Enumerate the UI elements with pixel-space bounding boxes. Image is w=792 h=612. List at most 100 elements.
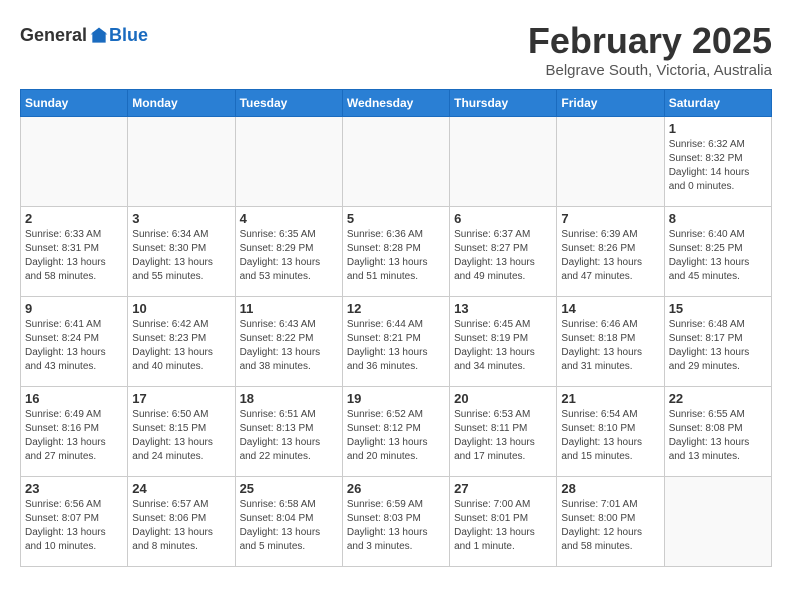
calendar-cell: 18 Sunrise: 6:51 AMSunset: 8:13 PMDayligh…	[235, 387, 342, 477]
day-number: 24	[132, 481, 230, 496]
calendar-cell: 21 Sunrise: 6:54 AMSunset: 8:10 PMDayligh…	[557, 387, 664, 477]
calendar-table: SundayMondayTuesdayWednesdayThursdayFrid…	[20, 89, 772, 567]
day-number: 4	[240, 211, 338, 226]
calendar-cell: 13Sunrise: 6:45 AMSunset: 8:19 PMDayligh…	[450, 297, 557, 387]
day-number: 11	[240, 301, 338, 316]
day-info: Sunrise: 6:41 AMSunset: 8:24 PMDaylight:…	[25, 318, 123, 374]
day-number: 21	[561, 391, 659, 406]
day-info: Sunrise: 6:59 AMSunset: 8:03 PMDaylight:…	[347, 498, 445, 554]
calendar-cell: 12 Sunrise: 6:44 AMSunset: 8:21 PMDayligh…	[342, 297, 449, 387]
day-number: 16	[25, 391, 123, 406]
day-info: Sunrise: 6:32 AMSunset: 8:32 PMDaylight:…	[669, 138, 767, 194]
day-number: 14	[561, 301, 659, 316]
header-day-wednesday: Wednesday	[342, 90, 449, 117]
day-info: Sunrise: 7:00 AMSunset: 8:01 PMDaylight:…	[454, 498, 552, 554]
calendar-cell	[450, 117, 557, 207]
calendar-cell: 24 Sunrise: 6:57 AMSunset: 8:06 PMDayligh…	[128, 477, 235, 567]
calendar-cell	[342, 117, 449, 207]
calendar-cell: 17 Sunrise: 6:50 AMSunset: 8:15 PMDayligh…	[128, 387, 235, 477]
calendar-cell: 14 Sunrise: 6:46 AMSunset: 8:18 PMDayligh…	[557, 297, 664, 387]
header-row: SundayMondayTuesdayWednesdayThursdayFrid…	[21, 90, 772, 117]
page-header: General Blue February 2025 Belgrave Sout…	[20, 20, 772, 79]
header-day-thursday: Thursday	[450, 90, 557, 117]
header-day-tuesday: Tuesday	[235, 90, 342, 117]
day-info: Sunrise: 6:35 AMSunset: 8:29 PMDaylight:…	[240, 228, 338, 284]
calendar-header: SundayMondayTuesdayWednesdayThursdayFrid…	[21, 90, 772, 117]
logo-blue: Blue	[109, 25, 148, 46]
day-number: 18	[240, 391, 338, 406]
day-number: 3	[132, 211, 230, 226]
calendar-cell	[21, 117, 128, 207]
day-number: 10	[132, 301, 230, 316]
day-info: Sunrise: 6:42 AMSunset: 8:23 PMDaylight:…	[132, 318, 230, 374]
day-info: Sunrise: 6:40 AMSunset: 8:25 PMDaylight:…	[669, 228, 767, 284]
calendar-cell: 15Sunrise: 6:48 AMSunset: 8:17 PMDayligh…	[664, 297, 771, 387]
day-info: Sunrise: 6:44 AMSunset: 8:21 PMDaylight:…	[347, 318, 445, 374]
logo: General Blue	[20, 25, 148, 46]
day-number: 19	[347, 391, 445, 406]
calendar-cell: 16 Sunrise: 6:49 AMSunset: 8:16 PMDayligh…	[21, 387, 128, 477]
title-area: February 2025 Belgrave South, Victoria, …	[528, 20, 772, 79]
header-day-saturday: Saturday	[664, 90, 771, 117]
calendar-cell: 28 Sunrise: 7:01 AMSunset: 8:00 PMDayligh…	[557, 477, 664, 567]
calendar-cell: 23 Sunrise: 6:56 AMSunset: 8:07 PMDayligh…	[21, 477, 128, 567]
day-info: Sunrise: 7:01 AMSunset: 8:00 PMDaylight:…	[561, 498, 659, 554]
location-subtitle: Belgrave South, Victoria, Australia	[528, 62, 772, 79]
day-info: Sunrise: 6:55 AMSunset: 8:08 PMDaylight:…	[669, 408, 767, 464]
day-info: Sunrise: 6:57 AMSunset: 8:06 PMDaylight:…	[132, 498, 230, 554]
day-number: 26	[347, 481, 445, 496]
calendar-cell: 7 Sunrise: 6:39 AMSunset: 8:26 PMDaylight…	[557, 207, 664, 297]
day-info: Sunrise: 6:56 AMSunset: 8:07 PMDaylight:…	[25, 498, 123, 554]
day-info: Sunrise: 6:46 AMSunset: 8:18 PMDaylight:…	[561, 318, 659, 374]
day-info: Sunrise: 6:51 AMSunset: 8:13 PMDaylight:…	[240, 408, 338, 464]
logo-general: General	[20, 25, 87, 46]
calendar-cell: 11 Sunrise: 6:43 AMSunset: 8:22 PMDayligh…	[235, 297, 342, 387]
day-number: 28	[561, 481, 659, 496]
day-info: Sunrise: 6:48 AMSunset: 8:17 PMDaylight:…	[669, 318, 767, 374]
day-info: Sunrise: 6:54 AMSunset: 8:10 PMDaylight:…	[561, 408, 659, 464]
day-info: Sunrise: 6:53 AMSunset: 8:11 PMDaylight:…	[454, 408, 552, 464]
calendar-body: 1 Sunrise: 6:32 AMSunset: 8:32 PMDaylight…	[21, 117, 772, 567]
calendar-week-3: 16 Sunrise: 6:49 AMSunset: 8:16 PMDayligh…	[21, 387, 772, 477]
calendar-cell: 2Sunrise: 6:33 AMSunset: 8:31 PMDaylight…	[21, 207, 128, 297]
calendar-cell: 22 Sunrise: 6:55 AMSunset: 8:08 PMDayligh…	[664, 387, 771, 477]
day-info: Sunrise: 6:34 AMSunset: 8:30 PMDaylight:…	[132, 228, 230, 284]
day-info: Sunrise: 6:49 AMSunset: 8:16 PMDaylight:…	[25, 408, 123, 464]
day-info: Sunrise: 6:33 AMSunset: 8:31 PMDaylight:…	[25, 228, 123, 284]
month-title: February 2025	[528, 20, 772, 62]
day-number: 17	[132, 391, 230, 406]
calendar-cell	[128, 117, 235, 207]
calendar-cell: 20Sunrise: 6:53 AMSunset: 8:11 PMDayligh…	[450, 387, 557, 477]
day-info: Sunrise: 6:58 AMSunset: 8:04 PMDaylight:…	[240, 498, 338, 554]
calendar-cell: 9Sunrise: 6:41 AMSunset: 8:24 PMDaylight…	[21, 297, 128, 387]
calendar-cell: 10 Sunrise: 6:42 AMSunset: 8:23 PMDayligh…	[128, 297, 235, 387]
day-number: 5	[347, 211, 445, 226]
calendar-cell	[235, 117, 342, 207]
calendar-cell: 1 Sunrise: 6:32 AMSunset: 8:32 PMDaylight…	[664, 117, 771, 207]
calendar-week-1: 2Sunrise: 6:33 AMSunset: 8:31 PMDaylight…	[21, 207, 772, 297]
day-number: 12	[347, 301, 445, 316]
day-info: Sunrise: 6:39 AMSunset: 8:26 PMDaylight:…	[561, 228, 659, 284]
day-number: 23	[25, 481, 123, 496]
header-day-monday: Monday	[128, 90, 235, 117]
calendar-week-0: 1 Sunrise: 6:32 AMSunset: 8:32 PMDaylight…	[21, 117, 772, 207]
day-info: Sunrise: 6:50 AMSunset: 8:15 PMDaylight:…	[132, 408, 230, 464]
logo-icon	[89, 26, 109, 46]
calendar-cell: 8 Sunrise: 6:40 AMSunset: 8:25 PMDaylight…	[664, 207, 771, 297]
calendar-cell	[664, 477, 771, 567]
day-info: Sunrise: 6:37 AMSunset: 8:27 PMDaylight:…	[454, 228, 552, 284]
calendar-cell: 6 Sunrise: 6:37 AMSunset: 8:27 PMDaylight…	[450, 207, 557, 297]
day-number: 6	[454, 211, 552, 226]
calendar-cell: 3 Sunrise: 6:34 AMSunset: 8:30 PMDaylight…	[128, 207, 235, 297]
day-number: 8	[669, 211, 767, 226]
day-number: 1	[669, 121, 767, 136]
day-info: Sunrise: 6:36 AMSunset: 8:28 PMDaylight:…	[347, 228, 445, 284]
header-day-sunday: Sunday	[21, 90, 128, 117]
calendar-week-4: 23 Sunrise: 6:56 AMSunset: 8:07 PMDayligh…	[21, 477, 772, 567]
day-number: 22	[669, 391, 767, 406]
day-info: Sunrise: 6:43 AMSunset: 8:22 PMDaylight:…	[240, 318, 338, 374]
calendar-cell: 25Sunrise: 6:58 AMSunset: 8:04 PMDayligh…	[235, 477, 342, 567]
calendar-cell: 19Sunrise: 6:52 AMSunset: 8:12 PMDayligh…	[342, 387, 449, 477]
calendar-cell: 5 Sunrise: 6:36 AMSunset: 8:28 PMDaylight…	[342, 207, 449, 297]
day-number: 7	[561, 211, 659, 226]
